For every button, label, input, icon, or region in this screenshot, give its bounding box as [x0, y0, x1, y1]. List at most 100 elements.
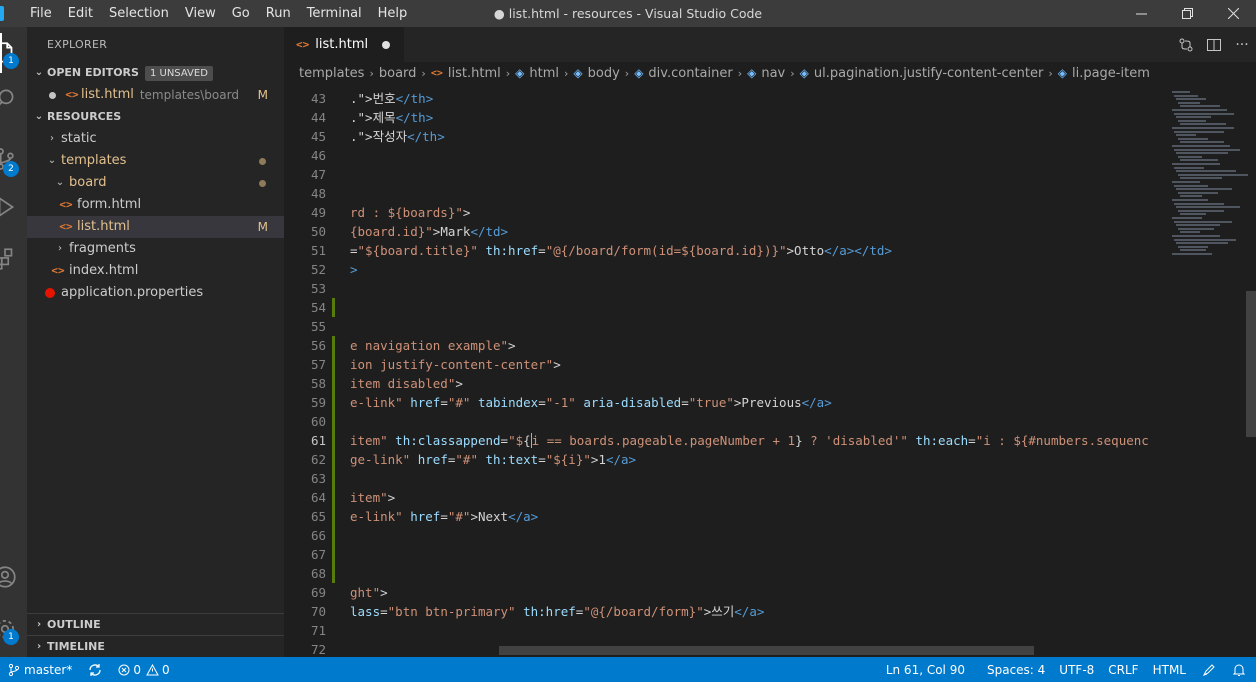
menu-selection[interactable]: Selection	[101, 0, 177, 27]
code-line[interactable]: 62 ge-link" href="#" th:text="${i}">1</a>	[284, 450, 1168, 469]
split-editor-button[interactable]	[1200, 27, 1228, 62]
code-line[interactable]: 59 e-link" href="#" tabindex="-1" aria-di…	[284, 393, 1168, 412]
code-line[interactable]: 66	[284, 526, 1168, 545]
breadcrumb-item[interactable]: ul.pagination.justify-content-center	[814, 66, 1043, 81]
tree-file-index-html[interactable]: <> index.html	[27, 260, 284, 282]
extensions-activity-button[interactable]	[0, 239, 27, 279]
gutter-modified-marker[interactable]	[332, 431, 335, 450]
gutter-modified-marker[interactable]	[332, 412, 335, 431]
code-line[interactable]: 50 {board.id}">Mark</td>	[284, 222, 1168, 241]
code-line[interactable]: 57 ion justify-content-center">	[284, 355, 1168, 374]
code-editor[interactable]: 43 .">번호</th> 44 .">제목</th> 45 .">작성자</th> 46 4…	[284, 87, 1256, 657]
horizontal-scrollbar[interactable]	[499, 646, 1034, 655]
feedback-button[interactable]	[1194, 663, 1224, 677]
code-line[interactable]: 44 .">제목</th>	[284, 108, 1168, 127]
problems-status[interactable]: 0 0	[110, 663, 177, 677]
more-actions-button[interactable]: ···	[1228, 27, 1256, 62]
gutter-modified-marker[interactable]	[332, 469, 335, 488]
breadcrumb-item[interactable]: board	[379, 66, 417, 81]
close-window-button[interactable]	[1210, 0, 1256, 27]
branch-status[interactable]: master*	[0, 663, 80, 677]
code-line[interactable]: 56 e navigation example">	[284, 336, 1168, 355]
tree-folder-static[interactable]: › static	[27, 128, 284, 150]
code-line[interactable]: 71	[284, 621, 1168, 640]
outline-section[interactable]: › OUTLINE	[27, 613, 284, 636]
code-line[interactable]: 68	[284, 564, 1168, 583]
gutter-modified-marker[interactable]	[332, 298, 335, 317]
menu-file[interactable]: File	[22, 0, 60, 27]
gutter-modified-marker[interactable]	[332, 545, 335, 564]
code-line[interactable]: 54	[284, 298, 1168, 317]
menu-edit[interactable]: Edit	[60, 0, 101, 27]
gutter-modified-marker[interactable]	[332, 374, 335, 393]
breadcrumb-item[interactable]: li.page-item	[1072, 66, 1150, 81]
open-editor-item-list-html[interactable]: <> list.html templates\board M	[27, 84, 284, 106]
run-debug-activity-button[interactable]	[0, 187, 27, 227]
breadcrumb-item[interactable]: html	[529, 66, 559, 81]
code-line[interactable]: 51 ="${board.title}" th:href="@{/board/fo…	[284, 241, 1168, 260]
code-line[interactable]: 47	[284, 165, 1168, 184]
notifications-button[interactable]	[1224, 663, 1256, 677]
gutter-modified-marker[interactable]	[332, 336, 335, 355]
menu-terminal[interactable]: Terminal	[299, 0, 370, 27]
sync-button[interactable]	[80, 663, 110, 677]
tree-folder-board[interactable]: ⌄ board	[27, 172, 284, 194]
breadcrumb-item[interactable]: div.container	[648, 66, 732, 81]
vertical-scrollbar[interactable]	[1246, 291, 1256, 437]
search-activity-button[interactable]	[0, 79, 27, 119]
source-control-activity-button[interactable]: 2	[0, 139, 27, 179]
eol-status[interactable]: CRLF	[1102, 663, 1146, 677]
tree-file-form-html[interactable]: <> form.html	[27, 194, 284, 216]
cursor-position[interactable]: Ln 61, Col 90	[878, 663, 979, 677]
gutter-modified-marker[interactable]	[332, 355, 335, 374]
code-line[interactable]: 70 lass="btn btn-primary" th:href="@{/boa…	[284, 602, 1168, 621]
gutter-modified-marker[interactable]	[332, 526, 335, 545]
gutter-modified-marker[interactable]	[332, 488, 335, 507]
accounts-activity-button[interactable]	[0, 557, 27, 597]
code-line[interactable]: 52 >	[284, 260, 1168, 279]
tree-file-list-html[interactable]: <> list.html M	[27, 216, 284, 238]
tree-folder-templates[interactable]: ⌄ templates	[27, 150, 284, 172]
manage-activity-button[interactable]: 1	[0, 609, 27, 649]
tree-folder-fragments[interactable]: › fragments	[27, 238, 284, 260]
code-line[interactable]: 61 item" th:classappend="${i == boards.pa…	[284, 431, 1168, 450]
open-changes-button[interactable]	[1172, 27, 1200, 62]
gutter-modified-marker[interactable]	[332, 507, 335, 526]
code-line[interactable]: 46	[284, 146, 1168, 165]
encoding-status[interactable]: UTF-8	[1053, 663, 1102, 677]
gutter-modified-marker[interactable]	[332, 393, 335, 412]
breadcrumb-item[interactable]: body	[588, 66, 620, 81]
gutter-modified-marker[interactable]	[332, 564, 335, 583]
code-line[interactable]: 64 item">	[284, 488, 1168, 507]
explorer-activity-button[interactable]: 1	[0, 33, 27, 73]
unsaved-dot-icon[interactable]	[382, 41, 390, 49]
minimize-button[interactable]	[1118, 0, 1164, 27]
language-mode[interactable]: HTML	[1147, 663, 1194, 677]
breadcrumb-item[interactable]: templates	[299, 66, 364, 81]
code-line[interactable]: 49 rd : ${boards}">	[284, 203, 1168, 222]
breadcrumb-item[interactable]: list.html	[448, 66, 501, 81]
tree-file-application-properties[interactable]: application.properties	[27, 282, 284, 304]
gutter-modified-marker[interactable]	[332, 450, 335, 469]
code-line[interactable]: 67	[284, 545, 1168, 564]
minimap[interactable]	[1168, 87, 1248, 267]
code-line[interactable]: 60	[284, 412, 1168, 431]
resources-header[interactable]: ⌄ RESOURCES	[27, 106, 284, 128]
indentation-status[interactable]: Spaces: 4	[979, 663, 1053, 677]
menu-run[interactable]: Run	[258, 0, 299, 27]
code-line[interactable]: 48	[284, 184, 1168, 203]
tab-list-html[interactable]: <> list.html	[284, 27, 404, 62]
code-line[interactable]: 45 .">작성자</th>	[284, 127, 1168, 146]
menu-go[interactable]: Go	[224, 0, 258, 27]
code-line[interactable]: 58 item disabled">	[284, 374, 1168, 393]
timeline-section[interactable]: › TIMELINE	[27, 635, 284, 658]
breadcrumb-item[interactable]: nav	[761, 66, 785, 81]
restore-button[interactable]	[1164, 0, 1210, 27]
menu-help[interactable]: Help	[370, 0, 416, 27]
code-line[interactable]: 63	[284, 469, 1168, 488]
menu-view[interactable]: View	[177, 0, 224, 27]
code-line[interactable]: 69 ght">	[284, 583, 1168, 602]
code-line[interactable]: 55	[284, 317, 1168, 336]
code-line[interactable]: 43 .">번호</th>	[284, 89, 1168, 108]
code-line[interactable]: 53	[284, 279, 1168, 298]
